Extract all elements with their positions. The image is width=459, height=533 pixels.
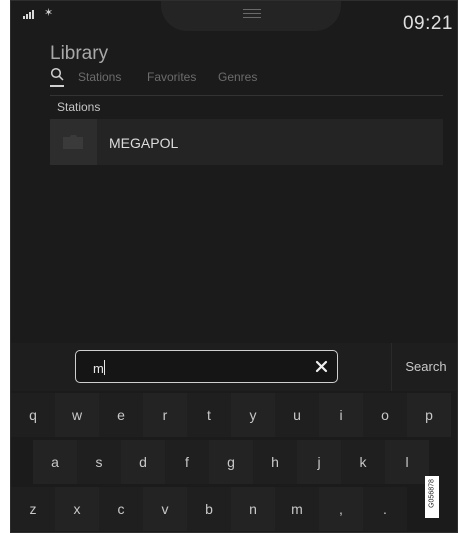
key-i[interactable]: i: [319, 393, 363, 437]
key-w[interactable]: w: [55, 393, 99, 437]
key-v[interactable]: v: [143, 487, 187, 531]
key-a[interactable]: a: [33, 440, 77, 484]
key-j[interactable]: j: [297, 440, 341, 484]
figure-code-label: G056878: [425, 476, 439, 518]
key-t[interactable]: t: [187, 393, 231, 437]
key-y[interactable]: y: [231, 393, 275, 437]
key-d[interactable]: d: [121, 440, 165, 484]
key-r[interactable]: r: [143, 393, 187, 437]
key-m[interactable]: m: [275, 487, 319, 531]
tab-genres[interactable]: Genres: [218, 70, 257, 84]
key-u[interactable]: u: [275, 393, 319, 437]
status-bar: ✶ 09:21: [11, 1, 457, 41]
search-button[interactable]: Search: [391, 343, 457, 391]
key-b[interactable]: b: [187, 487, 231, 531]
menu-handle-icon: [243, 9, 261, 18]
tab-stations[interactable]: Stations: [78, 70, 121, 84]
folder-icon: [63, 135, 83, 149]
figure-code: G056878: [428, 479, 436, 508]
key-s[interactable]: s: [77, 440, 121, 484]
active-tab-indicator: [50, 85, 64, 87]
key-comma[interactable]: ,: [319, 487, 363, 531]
key-l[interactable]: l: [385, 440, 429, 484]
key-h[interactable]: h: [253, 440, 297, 484]
station-name: MEGAPOL: [109, 135, 179, 151]
list-item[interactable]: MEGAPOL: [50, 119, 443, 165]
key-e[interactable]: e: [99, 393, 143, 437]
key-p[interactable]: p: [407, 393, 451, 437]
signal-icon: [23, 10, 34, 19]
page-title: Library: [50, 43, 109, 64]
close-icon[interactable]: [314, 359, 329, 374]
search-icon: [50, 67, 64, 81]
station-thumbnail: [50, 119, 97, 165]
key-o[interactable]: o: [363, 393, 407, 437]
header-divider: [50, 95, 443, 96]
on-screen-keyboard: q w e r t y u i o p a s d f g h j k l z …: [11, 393, 457, 532]
search-input[interactable]: m: [75, 350, 338, 383]
infotainment-screen: ✶ 09:21 Library Stations Favorites Genre…: [10, 0, 458, 533]
text-caret: [104, 360, 105, 375]
top-pulldown-tab[interactable]: [161, 1, 341, 31]
key-c[interactable]: c: [99, 487, 143, 531]
tab-search[interactable]: [50, 67, 68, 89]
search-input-value: m: [93, 361, 104, 376]
key-g[interactable]: g: [209, 440, 253, 484]
search-bar: m Search: [11, 343, 457, 391]
tab-favorites[interactable]: Favorites: [147, 70, 196, 84]
tab-bar: Stations Favorites Genres ›: [50, 67, 457, 89]
clock: 09:21: [402, 13, 453, 34]
key-f[interactable]: f: [165, 440, 209, 484]
key-n[interactable]: n: [231, 487, 275, 531]
key-k[interactable]: k: [341, 440, 385, 484]
key-z[interactable]: z: [11, 487, 55, 531]
key-q[interactable]: q: [11, 393, 55, 437]
key-x[interactable]: x: [55, 487, 99, 531]
bluetooth-icon: ✶: [44, 7, 54, 19]
section-label: Stations: [57, 100, 101, 114]
key-period[interactable]: .: [363, 487, 407, 531]
